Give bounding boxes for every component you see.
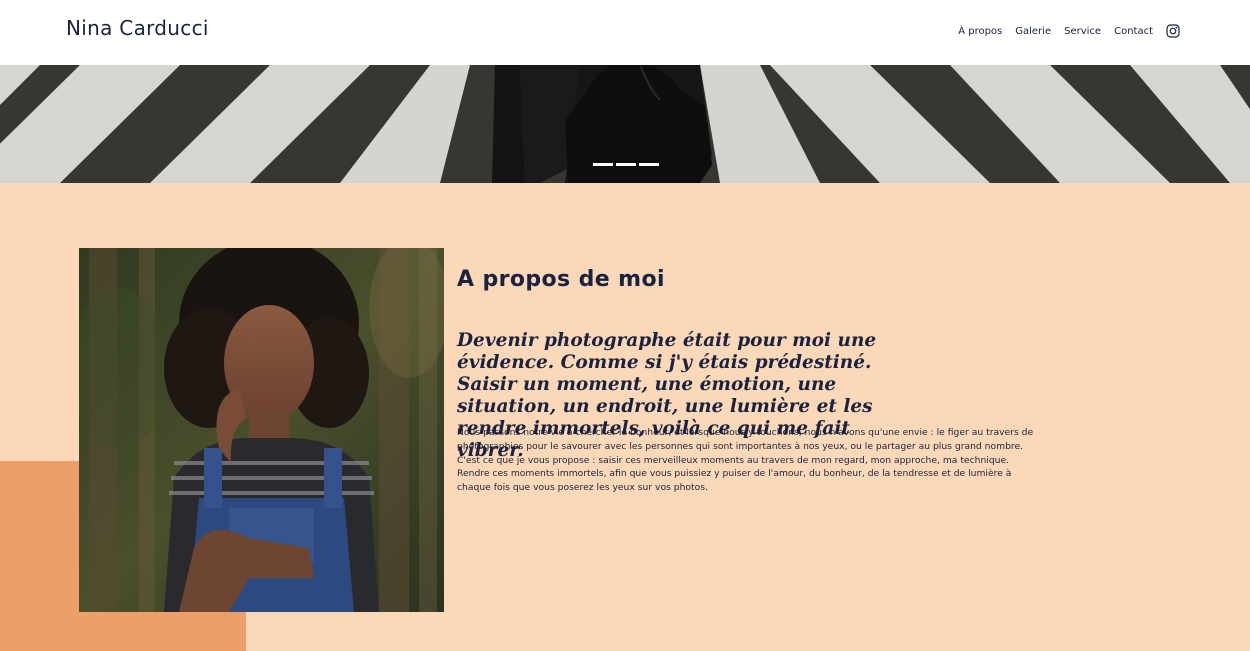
about-body-text: Nous passons notre vie à chercher le bon… xyxy=(457,427,1034,494)
nav-link-about[interactable]: À propos xyxy=(958,26,1002,37)
section-title: A propos de moi xyxy=(457,267,665,292)
hero-carousel[interactable] xyxy=(0,65,1250,183)
carousel-dot[interactable] xyxy=(639,163,659,166)
portrait-photo xyxy=(79,248,444,612)
nav-link-service[interactable]: Service xyxy=(1064,26,1101,37)
nav-link-contact[interactable]: Contact xyxy=(1114,26,1153,37)
carousel-dot[interactable] xyxy=(593,163,613,166)
brand-logo-text[interactable]: Nina Carducci xyxy=(66,16,209,40)
site-header: Nina Carducci À propos Galerie Service C… xyxy=(0,0,1250,65)
carousel-indicators xyxy=(593,163,659,166)
nav-link-gallery[interactable]: Galerie xyxy=(1015,26,1051,37)
main-nav: À propos Galerie Service Contact xyxy=(958,24,1180,38)
instagram-icon[interactable] xyxy=(1166,24,1180,38)
carousel-dot[interactable] xyxy=(616,163,636,166)
about-section: A propos de moi Devenir photographe étai… xyxy=(0,183,1250,651)
